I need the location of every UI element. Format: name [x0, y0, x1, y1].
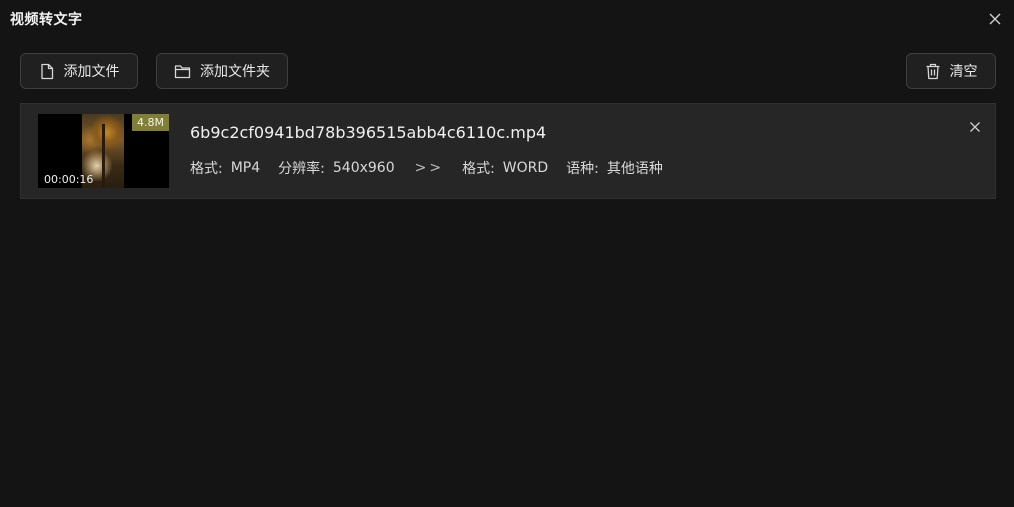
input-format-label: 格式:: [190, 161, 223, 177]
file-name: 6b9c2cf0941bd78b396515abb4c6110c.mp4: [190, 123, 547, 142]
video-thumbnail: 4.8M 00:00:16: [38, 114, 169, 188]
output-format-value[interactable]: WORD: [503, 160, 548, 176]
resolution-value: 540x960: [332, 160, 395, 176]
close-icon: [970, 122, 980, 132]
add-file-label: 添加文件: [63, 64, 120, 80]
file-icon: [40, 63, 53, 79]
close-icon: [989, 13, 1001, 25]
output-format-label: 格式:: [462, 161, 495, 177]
video-frame-detail: [102, 124, 105, 188]
video-duration: 00:00:16: [44, 173, 94, 186]
add-folder-button[interactable]: 添加文件夹: [156, 53, 288, 89]
file-size-badge: 4.8M: [132, 114, 169, 131]
app-window: 视频转文字 添加文件 添加文件夹 清空 4.8M 00:00:16 6b9c2c…: [0, 0, 1014, 507]
add-folder-label: 添加文件夹: [200, 64, 270, 80]
language-value[interactable]: 其他语种: [607, 158, 663, 178]
folder-icon: [174, 64, 191, 78]
close-window-button[interactable]: [988, 11, 1002, 25]
clear-label: 清空: [949, 64, 978, 80]
convert-arrow: >>: [414, 160, 445, 176]
input-format-value: MP4: [230, 160, 261, 176]
file-meta-row: 格式: MP4 分辨率: 540x960 >> 格式: WORD 语种: 其他语…: [190, 158, 681, 178]
file-list-item[interactable]: 4.8M 00:00:16 6b9c2cf0941bd78b396515abb4…: [20, 103, 996, 199]
add-file-button[interactable]: 添加文件: [20, 53, 138, 89]
resolution-label: 分辨率:: [278, 161, 325, 177]
trash-icon: [926, 63, 939, 79]
clear-button[interactable]: 清空: [906, 53, 996, 89]
window-title: 视频转文字: [10, 12, 83, 28]
remove-file-button[interactable]: [969, 118, 981, 132]
language-label: 语种:: [566, 161, 599, 177]
